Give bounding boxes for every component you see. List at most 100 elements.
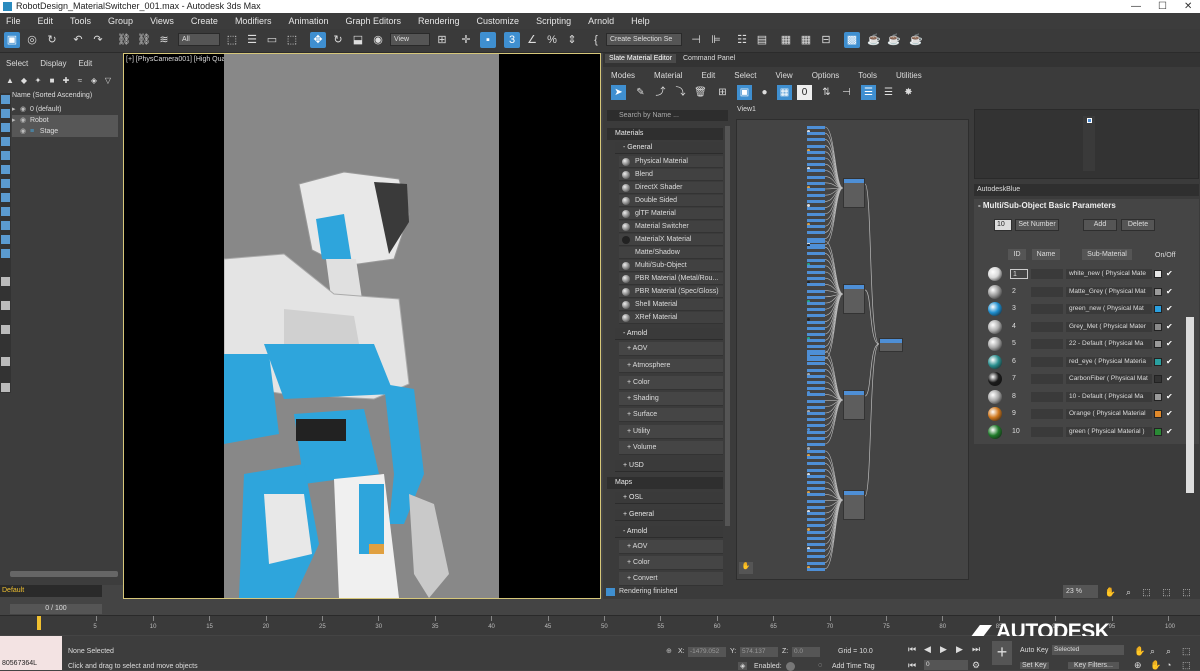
list-icon[interactable] <box>1 301 10 310</box>
map-node[interactable] <box>807 320 825 324</box>
map-node[interactable] <box>807 277 825 281</box>
material-preview-ball[interactable] <box>988 267 1002 281</box>
sme-menu-modes[interactable]: Modes <box>611 71 635 80</box>
map-node[interactable] <box>807 505 825 509</box>
orbit-icon[interactable]: ⊕ <box>1134 660 1142 671</box>
material-preview-ball[interactable] <box>988 302 1002 316</box>
hierarchy-icon[interactable] <box>1 109 10 118</box>
bind-space-warp-icon[interactable]: ≋ <box>156 32 172 48</box>
menu-create[interactable]: Create <box>191 16 218 26</box>
select-tool-icon[interactable]: ➤ <box>611 85 626 100</box>
walkthrough-icon[interactable]: ✋ <box>1150 660 1161 671</box>
zoom-extents-all-icon[interactable]: ⬚ <box>1182 646 1191 657</box>
help-icon[interactable]: ◎ <box>24 32 40 48</box>
goto-start-icon[interactable]: ⏮ <box>908 644 916 655</box>
set-key-plus-icon[interactable]: + <box>992 641 1012 665</box>
tab-edit[interactable]: Edit <box>78 59 92 68</box>
submaterial-row[interactable]: 6 red_eye ( Physical Materia ✔ <box>988 354 1181 369</box>
menu-file[interactable]: File <box>6 16 21 26</box>
row-name-field[interactable] <box>1031 409 1063 419</box>
sme-menu-utilities[interactable]: Utilities <box>896 71 922 80</box>
named-selection-set-dropdown[interactable]: Create Selection Se <box>606 33 682 46</box>
display-icon[interactable] <box>1 221 10 230</box>
maps-general-header[interactable]: + General <box>615 509 723 521</box>
map-node[interactable] <box>807 339 825 343</box>
row-onoff-checkbox[interactable]: ✔ <box>1166 374 1175 383</box>
maps-arnold-aov[interactable]: + AOV <box>619 540 723 554</box>
tab-command-panel[interactable]: Command Panel <box>679 54 739 63</box>
material-preview-ball[interactable] <box>988 284 1002 299</box>
row-color-swatch[interactable] <box>1154 305 1162 313</box>
explorer-scrollbar[interactable] <box>10 571 118 577</box>
map-node[interactable] <box>807 356 825 360</box>
scale-icon[interactable]: ⬓ <box>350 32 366 48</box>
material-preview-ball[interactable] <box>988 424 1002 439</box>
map-node[interactable] <box>807 412 825 415</box>
document-icon[interactable] <box>1 325 10 334</box>
arnold-color[interactable]: + Color <box>619 376 723 390</box>
map-node[interactable] <box>807 138 825 142</box>
row-onoff-checkbox[interactable]: ✔ <box>1166 427 1175 436</box>
row-name-field[interactable] <box>1031 426 1063 437</box>
render-active-shade-icon[interactable]: ☕ <box>908 32 924 48</box>
node-view[interactable] <box>736 119 969 580</box>
map-node[interactable] <box>807 271 825 274</box>
navigator-panel[interactable] <box>974 109 1199 179</box>
map-node[interactable] <box>807 512 825 515</box>
tab-select[interactable]: Select <box>6 59 28 68</box>
map-node[interactable] <box>807 536 825 540</box>
move-icon[interactable]: ✥ <box>310 32 326 48</box>
map-node[interactable] <box>807 206 825 210</box>
map-node[interactable] <box>807 231 825 235</box>
arnold-surface[interactable]: + Surface <box>619 408 723 422</box>
search-by-name-input[interactable]: Search by Name ... <box>607 110 728 121</box>
mat-switcher[interactable]: Material Switcher <box>619 221 723 233</box>
maximize-button[interactable]: ☐ <box>1158 0 1167 13</box>
col-submaterial-header[interactable]: Sub-Material <box>1082 249 1132 260</box>
set-number-button[interactable]: Set Number <box>1015 219 1059 231</box>
material-preview-ball[interactable] <box>988 337 1002 351</box>
snaps-toggle-icon[interactable]: 3 <box>504 32 520 48</box>
map-node[interactable] <box>807 530 825 534</box>
map-node[interactable] <box>807 481 825 484</box>
select-by-material-icon[interactable]: ✸ <box>901 85 916 100</box>
row-id[interactable]: 10 <box>1010 427 1028 437</box>
map-node[interactable] <box>807 493 825 497</box>
fov-icon[interactable]: ◔ <box>1166 660 1171 670</box>
col-id-header[interactable]: ID <box>1008 249 1026 260</box>
assign-material-icon[interactable]: ⤵ <box>673 85 688 100</box>
tab-slate-material-editor[interactable]: Slate Material Editor <box>605 54 677 63</box>
x-coordinate[interactable]: -1479.052 <box>688 647 726 657</box>
scene-item-robot[interactable]: ▸ ◉ Robot <box>12 115 118 126</box>
delete-icon[interactable]: 🗑 <box>693 85 708 100</box>
row-onoff-checkbox[interactable]: ✔ <box>1166 357 1175 366</box>
map-node[interactable] <box>807 132 825 136</box>
align-icon[interactable]: ⊫ <box>708 32 724 48</box>
materials-header[interactable]: Materials <box>607 128 723 140</box>
sme-menu-tools[interactable]: Tools <box>858 71 877 80</box>
row-color-swatch[interactable] <box>1154 287 1162 296</box>
row-color-swatch[interactable] <box>1154 357 1162 366</box>
set-key-button[interactable]: Set Key <box>1020 662 1049 669</box>
material-name-field[interactable]: AutodeskBlue <box>974 184 1199 196</box>
mat-matte-shadow[interactable]: Matte/Shadow <box>619 247 723 259</box>
explorer-column-header[interactable]: Name (Sorted Ascending) <box>12 92 123 102</box>
lock-icon[interactable] <box>1 165 10 174</box>
zoom-icon[interactable]: ⌕ <box>1121 585 1136 600</box>
window-crossing-icon[interactable]: ⬚ <box>284 32 300 48</box>
map-node[interactable] <box>807 450 825 453</box>
ribbon-icon[interactable]: ▤ <box>754 32 770 48</box>
arnold-shading[interactable]: + Shading <box>619 392 723 406</box>
row-name-field[interactable] <box>1031 269 1063 279</box>
row-color-swatch[interactable] <box>1154 410 1162 418</box>
mat-shell[interactable]: Shell Material <box>619 299 723 311</box>
select-by-name-icon[interactable]: ☰ <box>244 32 260 48</box>
row-color-swatch[interactable] <box>1154 270 1162 278</box>
z-coordinate[interactable]: 0.0 <box>792 647 820 657</box>
map-node[interactable] <box>807 387 825 391</box>
row-color-swatch[interactable] <box>1154 427 1162 436</box>
render-setup-icon[interactable]: ▩ <box>844 32 860 48</box>
map-node[interactable] <box>807 468 825 472</box>
map-node[interactable] <box>807 225 825 229</box>
submaterial-row[interactable]: 9 Orange ( Physical Material ✔ <box>988 406 1181 421</box>
